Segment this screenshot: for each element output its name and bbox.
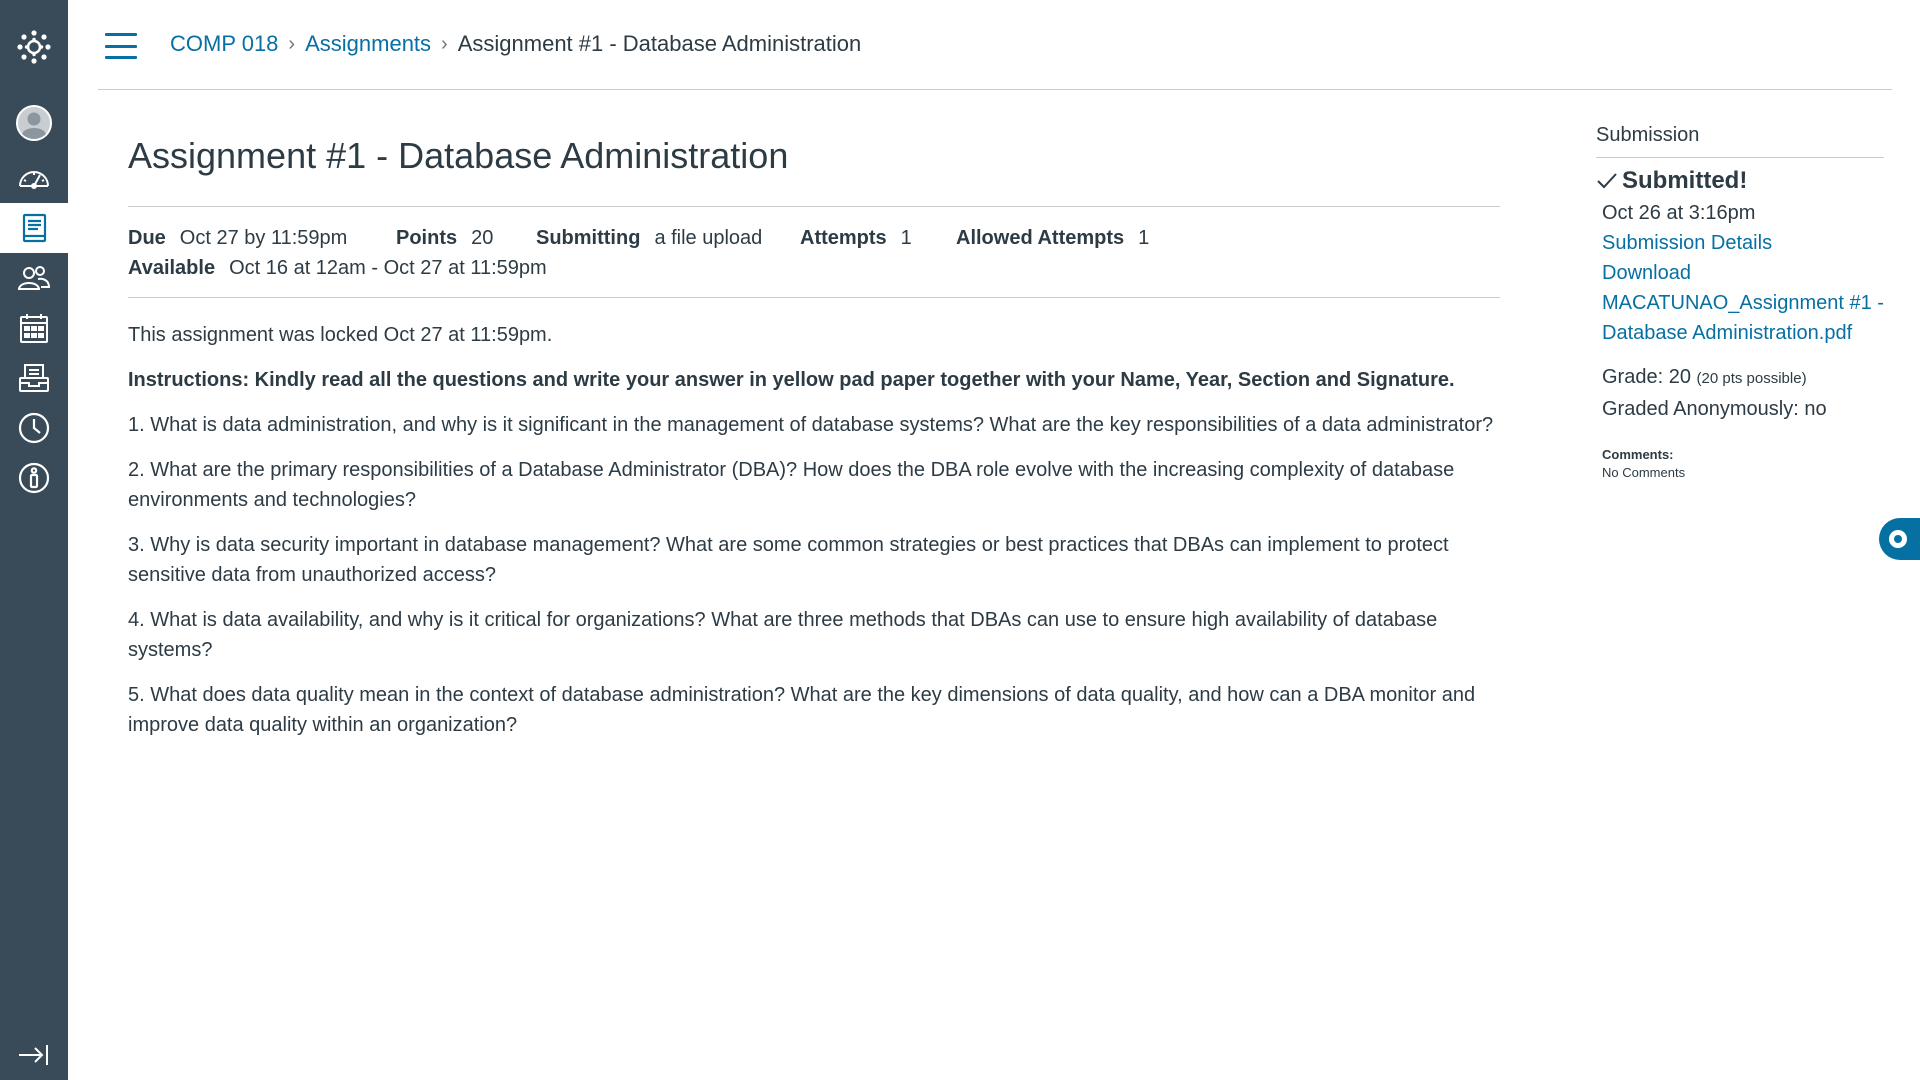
points-value: 20 <box>471 227 494 249</box>
inbox-icon[interactable] <box>0 353 68 403</box>
allowed-attempts-value: 1 <box>1138 227 1150 249</box>
canvas-logo-icon[interactable] <box>0 22 68 72</box>
available-value: Oct 16 at 12am - Oct 27 at 11:59pm <box>229 257 547 279</box>
history-icon[interactable] <box>0 403 68 453</box>
comments-label: Comments: <box>1602 447 1674 462</box>
breadcrumb-current: Assignment #1 - Database Administration <box>457 31 862 56</box>
hamburger-line <box>105 56 137 59</box>
breadcrumb: COMP 018 › Assignments › Assignment #1 -… <box>170 28 861 60</box>
grade-value: Grade: 20 <box>1602 366 1691 388</box>
assignment-details: Due Oct 27 by 11:59pm Points 20 Submitti… <box>128 207 1500 297</box>
chevron-right-icon: › <box>441 32 448 55</box>
submission-heading: Submission <box>1596 124 1884 158</box>
attempts-label: Attempts <box>800 227 887 249</box>
submission-sidebar: Submission Submitted! Oct 26 at 3:16pm S… <box>1596 124 1884 482</box>
submission-date: Oct 26 at 3:16pm <box>1602 202 1756 224</box>
course-menu-toggle-button[interactable] <box>105 33 137 59</box>
graded-anonymously: Graded Anonymously: no <box>1602 398 1827 420</box>
question-4: 4. What is data availability, and why is… <box>128 609 1438 661</box>
question-2: 2. What are the primary responsibilities… <box>128 459 1455 511</box>
hamburger-line <box>105 44 137 48</box>
submitted-file-link[interactable]: MACATUNAO_Assignment #1 - Database Admin… <box>1602 288 1884 348</box>
comments-value: No Comments <box>1602 465 1686 480</box>
help-icon[interactable] <box>0 453 68 503</box>
attempts-detail: Attempts 1 <box>800 223 956 253</box>
assignment-content: Assignment #1 - Database Administration … <box>128 90 1500 755</box>
hamburger-line <box>105 33 137 36</box>
download-link[interactable]: Download <box>1602 258 1884 288</box>
chat-widget-button[interactable] <box>1879 518 1920 560</box>
available-label: Available <box>128 257 216 279</box>
collapse-nav-icon[interactable] <box>0 1030 68 1080</box>
due-label: Due <box>128 227 166 249</box>
allowed-attempts-detail: Allowed Attempts 1 <box>956 223 1149 253</box>
submission-info: Oct 26 at 3:16pm Submission Details Down… <box>1596 198 1884 482</box>
grade-possible: (20 pts possible) <box>1696 370 1807 387</box>
submission-status-text: Submitted! <box>1622 167 1748 194</box>
chat-icon <box>1889 530 1907 548</box>
allowed-attempts-label: Allowed Attempts <box>956 227 1125 249</box>
grade: Grade: 20 (20 pts possible) <box>1602 362 1884 394</box>
submission-details-link[interactable]: Submission Details <box>1602 228 1884 258</box>
due-detail: Due Oct 27 by 11:59pm <box>128 223 396 253</box>
question-1: 1. What is data administration, and why … <box>128 414 1494 436</box>
due-value: Oct 27 by 11:59pm <box>179 227 348 249</box>
breadcrumb-course-link[interactable]: COMP 018 <box>170 31 278 57</box>
account-icon[interactable] <box>0 98 68 148</box>
calendar-icon[interactable] <box>0 303 68 353</box>
assignment-description: This assignment was locked Oct 27 at 11:… <box>128 320 1500 740</box>
points-detail: Points 20 <box>396 223 536 253</box>
checkmark-icon <box>1597 173 1617 189</box>
instructions: Instructions: Kindly read all the questi… <box>128 369 1455 391</box>
top-bar: COMP 018 › Assignments › Assignment #1 -… <box>98 0 1892 90</box>
groups-icon[interactable] <box>0 253 68 303</box>
question-5: 5. What does data quality mean in the co… <box>128 684 1476 736</box>
attempts-value: 1 <box>900 227 912 249</box>
chevron-right-icon: › <box>288 32 296 55</box>
submitting-detail: Submitting a file upload <box>536 223 800 253</box>
details-row-1: Due Oct 27 by 11:59pm Points 20 Submitti… <box>128 223 1500 253</box>
submitting-value: a file upload <box>654 227 763 249</box>
question-3: 3. Why is data security important in dat… <box>128 534 1449 586</box>
locked-message: This assignment was locked Oct 27 at 11:… <box>128 324 553 346</box>
courses-icon[interactable] <box>0 203 68 253</box>
submitting-label: Submitting <box>536 227 641 249</box>
dashboard-icon[interactable] <box>0 153 68 203</box>
page-title: Assignment #1 - Database Administration <box>128 135 789 176</box>
breadcrumb-assignments-link[interactable]: Assignments <box>305 31 431 57</box>
divider <box>128 297 1500 298</box>
points-label: Points <box>396 227 458 249</box>
global-navigation <box>0 0 68 1080</box>
submission-status: Submitted! <box>1596 166 1884 196</box>
details-row-2: Available Oct 16 at 12am - Oct 27 at 11:… <box>128 253 1500 283</box>
